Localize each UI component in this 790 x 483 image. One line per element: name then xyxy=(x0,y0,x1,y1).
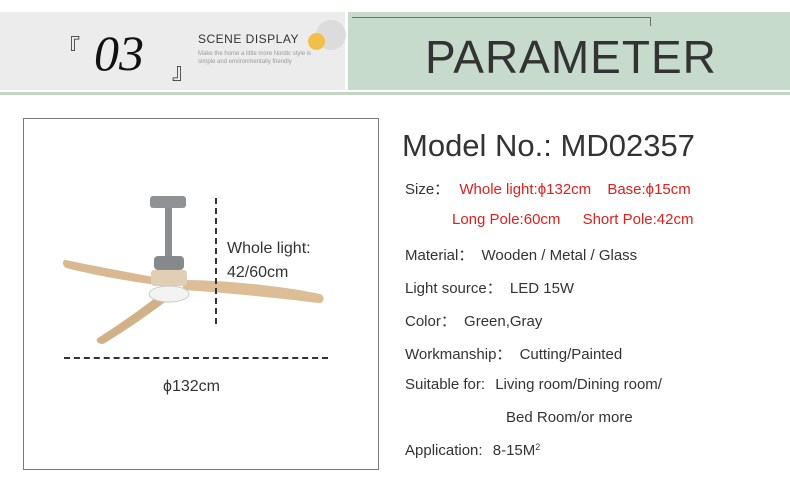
spec-size-label: Size： xyxy=(405,181,450,198)
spec-light-source-row: Light source： LED 15W xyxy=(405,277,574,298)
height-dimension-line xyxy=(215,198,217,324)
spec-size-row: Size： Whole light:ϕ132cm Base:ϕ15cm xyxy=(405,178,691,199)
fan-blade-right xyxy=(183,280,324,304)
fan-downrod xyxy=(165,208,172,256)
spec-suitable-value-2: Bed Room/or more xyxy=(506,409,633,426)
scene-display-subtitle: Make the home a little more Nordic style… xyxy=(198,51,312,65)
width-dimension-line xyxy=(64,357,328,359)
header-divider xyxy=(0,92,790,95)
whole-light-value: 42/60cm xyxy=(227,264,289,281)
decorative-circle-yellow xyxy=(308,33,325,50)
spec-workmanship-value: Cutting/Painted xyxy=(519,346,623,363)
spec-whole-light: Whole light:ϕ132cm xyxy=(459,181,592,198)
spec-color-value: Green,Gray xyxy=(464,313,543,330)
decorative-line-tick xyxy=(650,17,651,26)
fan-blade-left xyxy=(63,259,158,285)
spec-color-row: Color： Green,Gray xyxy=(405,310,542,331)
spec-base: Base:ϕ15cm xyxy=(607,181,691,198)
spec-material-label: Material： xyxy=(405,247,474,264)
spec-material-value: Wooden / Metal / Glass xyxy=(481,247,638,264)
width-label: ϕ132cm xyxy=(163,378,220,395)
spec-application-value: 8-15M xyxy=(492,442,536,459)
spec-application-row: Application: 8-15M2 xyxy=(405,442,540,459)
spec-light-source-value: LED 15W xyxy=(509,280,575,297)
fan-blade-bottom xyxy=(96,294,170,344)
spec-color-label: Color： xyxy=(405,313,456,330)
spec-application-label: Application: xyxy=(405,442,483,459)
spec-light-source-label: Light source： xyxy=(405,280,502,297)
spec-suitable-row-2: Bed Room/or more xyxy=(506,409,633,426)
spec-short-pole: Short Pole:42cm xyxy=(582,211,694,228)
spec-application-sup: 2 xyxy=(535,442,541,452)
fan-motor-top xyxy=(154,256,184,270)
fan-motor xyxy=(151,270,187,286)
bracket-close: 』 xyxy=(172,60,195,85)
fan-canopy xyxy=(150,196,186,208)
fan-light xyxy=(148,285,190,303)
spec-suitable-value-1: Living room/Dining room/ xyxy=(495,376,662,393)
spec-workmanship-label: Workmanship： xyxy=(405,346,512,363)
decorative-line xyxy=(352,17,650,18)
spec-suitable-label: Suitable for: xyxy=(405,376,486,393)
ceiling-fan-illustration xyxy=(63,196,324,344)
scene-display-title: SCENE DISPLAY xyxy=(198,32,299,46)
section-number: 03 xyxy=(94,25,144,81)
whole-light-label: Whole light: xyxy=(227,240,311,257)
spec-suitable-row: Suitable for: Living room/Dining room/ xyxy=(405,376,662,393)
spec-long-pole: Long Pole:60cm xyxy=(452,211,561,228)
spec-workmanship-row: Workmanship： Cutting/Painted xyxy=(405,343,622,364)
page-title: PARAMETER xyxy=(425,31,717,83)
bracket-open: 『 xyxy=(58,36,81,61)
spec-material-row: Material： Wooden / Metal / Glass xyxy=(405,244,637,265)
model-number: Model No.: MD02357 xyxy=(402,128,695,163)
spec-pole-row: Long Pole:60cm Short Pole:42cm xyxy=(452,211,693,228)
